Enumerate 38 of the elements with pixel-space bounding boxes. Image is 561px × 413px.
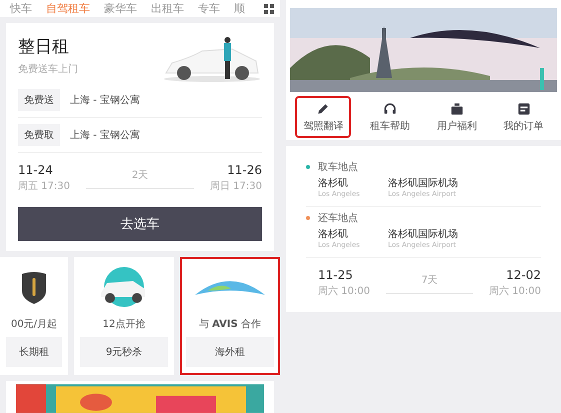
shortcut-button[interactable]: 我的订单 bbox=[498, 98, 550, 136]
end-date: 11-26 bbox=[226, 163, 262, 178]
end-date: 12-02 bbox=[505, 268, 541, 282]
choose-car-button[interactable]: 去选车 bbox=[18, 207, 262, 242]
address[interactable]: 上海 - 宝钢公寓 bbox=[70, 93, 140, 108]
end-time: 周六 10:00 bbox=[489, 284, 541, 298]
duration: 2天 bbox=[86, 168, 194, 189]
city: 洛杉矶 bbox=[318, 176, 349, 190]
headset-icon bbox=[382, 101, 398, 117]
promo-button[interactable]: 海外租 bbox=[186, 337, 274, 368]
shield-icon bbox=[21, 271, 47, 306]
grid-icon[interactable] bbox=[264, 4, 274, 14]
globe-drawing bbox=[195, 281, 265, 296]
promo-caption: 12点开抢 bbox=[102, 318, 146, 332]
card-title: 整日租 bbox=[18, 36, 70, 58]
shortcut-button[interactable]: 驾照翻译 bbox=[297, 98, 350, 136]
promo-button[interactable]: 9元秒杀 bbox=[80, 337, 168, 368]
start-time: 周五 17:30 bbox=[18, 180, 70, 194]
promo-button[interactable]: 长期租 bbox=[6, 337, 62, 368]
address[interactable]: 上海 - 宝钢公寓 bbox=[70, 128, 140, 142]
service-tag: 免费送 bbox=[18, 89, 60, 112]
place: 洛杉矶国际机场 bbox=[388, 228, 459, 241]
service-tag: 免费取 bbox=[18, 124, 60, 146]
place: 洛杉矶国际机场 bbox=[388, 176, 459, 190]
promo-caption: 00元/月起 bbox=[10, 318, 58, 332]
shortcut-button[interactable]: 用户福利 bbox=[430, 98, 483, 136]
promo-caption: 与 AVIS 合作 bbox=[198, 318, 262, 332]
duration: 7天 bbox=[386, 272, 473, 294]
start-time: 周六 10:00 bbox=[318, 284, 370, 298]
stop-label: 取车地点 bbox=[318, 160, 358, 174]
end-time: 周日 17:30 bbox=[210, 180, 262, 194]
shortcut-button[interactable]: 租车帮助 bbox=[364, 98, 416, 136]
start-date: 11-24 bbox=[18, 163, 54, 178]
card-subtitle: 免费送车上门 bbox=[18, 62, 78, 76]
stop-label: 还车地点 bbox=[318, 212, 358, 225]
order-icon bbox=[516, 101, 532, 117]
city: 洛杉矶 bbox=[318, 228, 349, 241]
start-date: 11-25 bbox=[318, 268, 354, 282]
